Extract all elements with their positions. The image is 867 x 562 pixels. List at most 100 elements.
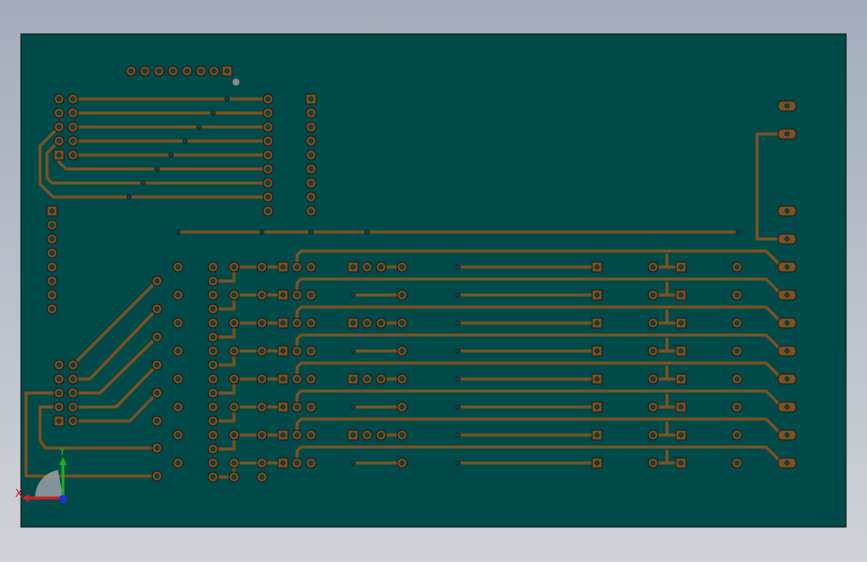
round-pad [207,289,219,301]
round-pad [305,177,317,189]
square-pad [277,261,289,273]
oval-pad [777,373,797,385]
round-pad [647,261,659,273]
round-pad [228,471,240,483]
round-pad [305,107,317,119]
via [455,376,461,382]
square-pad [591,345,603,357]
round-pad [46,219,58,231]
via [154,166,160,172]
via [350,460,356,466]
round-pad [396,289,408,301]
via [308,229,314,235]
round-pad [305,121,317,133]
round-pad [291,317,303,329]
round-pad [731,261,743,273]
oval-pad [777,233,797,245]
round-pad [207,415,219,427]
oval-pad [777,128,797,140]
round-pad [53,135,65,147]
round-pad [172,289,184,301]
round-pad [208,65,220,77]
round-pad [46,261,58,273]
via [735,229,741,235]
square-pad [591,261,603,273]
round-pad [228,289,240,301]
via [455,460,461,466]
triad-z-axis-icon [59,495,67,503]
round-pad [172,457,184,469]
round-pad [151,275,163,287]
via [455,264,461,270]
via [455,320,461,326]
square-pad [591,317,603,329]
round-pad [181,65,193,77]
via [259,229,265,235]
round-pad [151,415,163,427]
via [196,124,202,130]
round-pad [67,107,79,119]
round-pad [172,401,184,413]
square-pad [347,373,359,385]
round-pad [396,457,408,469]
round-pad [305,149,317,161]
round-pad [139,65,151,77]
square-pad [591,429,603,441]
round-pad [291,289,303,301]
square-pad [675,345,687,357]
round-pad [207,373,219,385]
via [224,96,230,102]
round-pad [305,345,317,357]
round-pad [256,401,268,413]
round-pad [361,317,373,329]
square-pad [675,401,687,413]
oval-pad [777,345,797,357]
round-pad [396,345,408,357]
square-pad [347,429,359,441]
round-pad [361,373,373,385]
round-pad [361,429,373,441]
oval-pad [777,100,797,112]
round-pad [305,191,317,203]
square-pad [277,457,289,469]
round-pad [647,289,659,301]
round-pad [228,401,240,413]
round-pad [46,303,58,315]
oval-pad [777,401,797,413]
round-pad [361,261,373,273]
pcb-board-drawing[interactable]: X Y [0,0,867,562]
round-pad [262,107,274,119]
round-pad [256,345,268,357]
square-pad [277,373,289,385]
round-pad [228,317,240,329]
via [182,138,188,144]
round-pad [67,121,79,133]
round-pad [305,457,317,469]
round-pad [396,317,408,329]
via [364,229,370,235]
round-pad [228,345,240,357]
round-pad [647,345,659,357]
round-pad [228,429,240,441]
cad-graphics-viewport[interactable]: X Y [0,0,867,562]
round-pad [151,470,163,482]
round-pad [46,275,58,287]
round-pad [67,401,79,413]
round-pad [207,359,219,371]
round-pad [731,457,743,469]
round-pad [153,65,165,77]
via [350,292,356,298]
round-pad [305,429,317,441]
round-pad [256,289,268,301]
round-pad [305,401,317,413]
round-pad [167,65,179,77]
oval-pad [777,317,797,329]
oval-pad [777,261,797,273]
square-pad [277,345,289,357]
round-pad [53,359,65,371]
round-pad [207,331,219,343]
round-pad [67,359,79,371]
round-pad [53,401,65,413]
square-pad [675,457,687,469]
round-pad [207,275,219,287]
